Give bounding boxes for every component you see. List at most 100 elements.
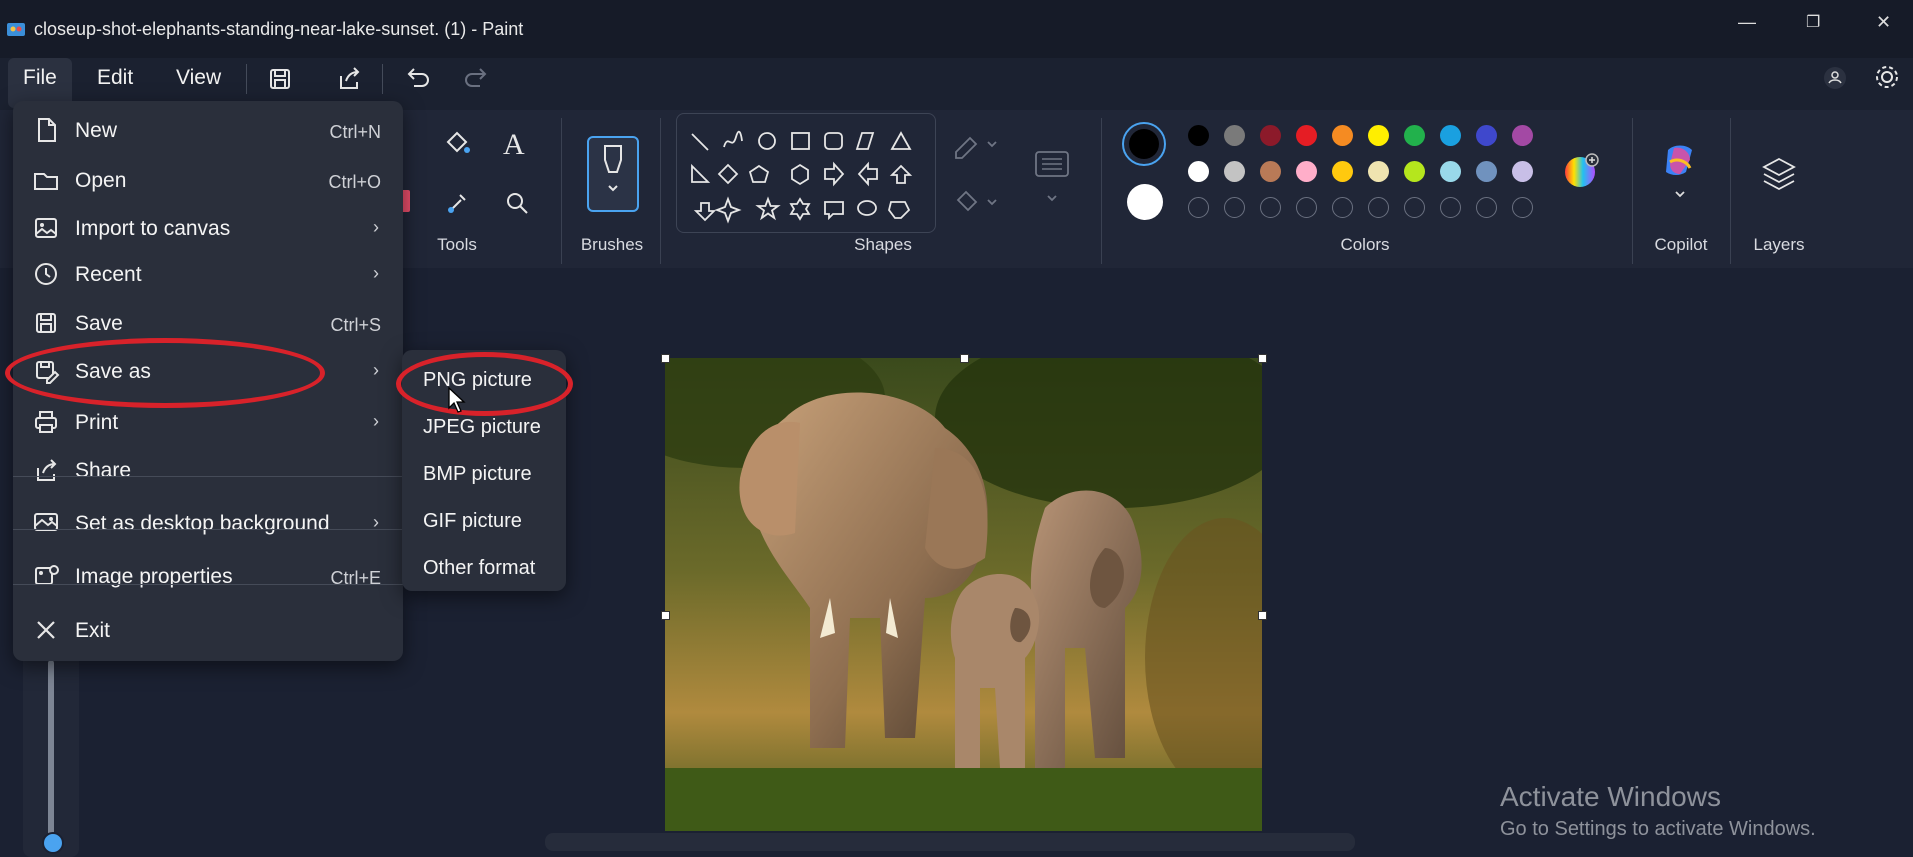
share-icon[interactable] (332, 62, 366, 96)
desktop-background-icon (34, 513, 58, 531)
color-swatch[interactable] (1296, 125, 1317, 146)
maximize-button[interactable]: ❐ (1806, 12, 1820, 32)
redo-icon[interactable] (460, 62, 494, 96)
color-swatch[interactable] (1404, 125, 1425, 146)
close-window-button[interactable]: ✕ (1876, 12, 1891, 33)
empty-color-slot[interactable] (1224, 197, 1245, 218)
zoom-slider-thumb[interactable] (42, 832, 64, 854)
brushes-group-label: Brushes (580, 235, 644, 254)
minimize-button[interactable]: — (1738, 12, 1756, 33)
color-swatch[interactable] (1332, 125, 1353, 146)
secondary-color-swatch[interactable] (1127, 184, 1163, 220)
menubar-divider (382, 64, 383, 94)
text-tool-icon[interactable]: A (503, 128, 525, 162)
file-menu-item-new[interactable]: New Ctrl+N (13, 109, 403, 153)
save-as-option-other-format[interactable]: Other format (402, 546, 566, 590)
empty-color-slot[interactable] (1368, 197, 1389, 218)
file-menu-item-label: Image properties (75, 565, 233, 588)
color-swatch[interactable] (1332, 161, 1353, 182)
file-menu-item-recent[interactable]: Recent › (13, 253, 403, 297)
empty-color-slot[interactable] (1296, 197, 1317, 218)
color-swatch[interactable] (1260, 161, 1281, 182)
resize-handle[interactable] (661, 354, 670, 363)
empty-color-slot[interactable] (1404, 197, 1425, 218)
file-menu-item-set-as-desktop-background[interactable]: Set as desktop background › (13, 502, 403, 546)
undo-icon[interactable] (400, 62, 434, 96)
brushes-button[interactable] (587, 136, 639, 212)
color-swatch[interactable] (1224, 125, 1245, 146)
color-swatch[interactable] (1224, 161, 1245, 182)
import-image-icon (35, 218, 57, 238)
color-picker-icon[interactable] (440, 186, 474, 220)
copilot-icon[interactable] (1660, 140, 1700, 202)
zoom-slider-track[interactable] (48, 660, 54, 838)
activate-windows-title: Activate Windows (1500, 781, 1721, 812)
fill-bucket-icon[interactable] (440, 126, 474, 160)
color-swatch[interactable] (1404, 161, 1425, 182)
file-menu-item-image-properties[interactable]: Image properties Ctrl+E (13, 555, 403, 599)
layers-icon[interactable] (1760, 155, 1798, 193)
color-swatch[interactable] (1296, 161, 1317, 182)
menubar-divider (246, 64, 247, 94)
resize-handle[interactable] (1258, 611, 1267, 620)
save-icon[interactable] (263, 62, 297, 96)
ribbon-divider (660, 118, 661, 264)
size-icon[interactable] (1032, 148, 1072, 208)
resize-handle[interactable] (960, 354, 969, 363)
fill-icon[interactable] (952, 188, 1000, 218)
empty-color-slot[interactable] (1440, 197, 1461, 218)
color-swatch[interactable] (1368, 161, 1389, 182)
empty-color-slot[interactable] (1260, 197, 1281, 218)
file-menu-item-import-to-canvas[interactable]: Import to canvas › (13, 207, 403, 251)
primary-color-swatch (1129, 129, 1159, 159)
copilot-label: Copilot (1654, 235, 1708, 254)
shortcut-label: Ctrl+E (330, 568, 381, 588)
empty-color-slot[interactable] (1476, 197, 1497, 218)
color-swatch[interactable] (1368, 125, 1389, 146)
close-icon (37, 621, 55, 639)
file-menu-item-share[interactable]: Share (13, 449, 403, 493)
file-menu-item-exit[interactable]: Exit (13, 609, 403, 653)
color-swatch[interactable] (1476, 161, 1497, 182)
color-swatch[interactable] (1260, 125, 1281, 146)
save-as-option-bmp-picture[interactable]: BMP picture (402, 452, 566, 496)
account-icon[interactable] (1820, 63, 1850, 93)
color-swatch[interactable] (1476, 125, 1497, 146)
highlight-oval-png (396, 352, 573, 416)
color-swatch[interactable] (1440, 125, 1461, 146)
menu-separator (13, 529, 403, 530)
color-swatch[interactable] (1188, 125, 1209, 146)
menu-edit[interactable]: Edit (97, 66, 133, 90)
brush-icon (604, 145, 622, 192)
edit-colors-icon[interactable] (1562, 152, 1602, 192)
color-swatch[interactable] (1512, 125, 1533, 146)
empty-color-slot[interactable] (1332, 197, 1353, 218)
file-menu-item-open[interactable]: Open Ctrl+O (13, 159, 403, 203)
resize-handle[interactable] (1258, 354, 1267, 363)
canvas-image[interactable] (665, 358, 1262, 831)
color-swatch[interactable] (1512, 161, 1533, 182)
color-swatch[interactable] (1440, 161, 1461, 182)
save-as-option-label: GIF picture (423, 510, 522, 532)
menu-separator (13, 584, 403, 585)
colors-group-label: Colors (1340, 235, 1390, 254)
resize-handle[interactable] (661, 611, 670, 620)
file-menu-item-label: Open (75, 169, 127, 192)
share-icon (37, 459, 57, 481)
horizontal-scrollbar[interactable] (545, 833, 1355, 851)
color-swatch[interactable] (1188, 161, 1209, 182)
chevron-right-icon: › (373, 263, 379, 283)
primary-color-ring[interactable] (1122, 122, 1166, 166)
menu-file[interactable]: File (23, 66, 57, 90)
save-as-option-gif-picture[interactable]: GIF picture (402, 499, 566, 543)
magnifier-icon[interactable] (500, 186, 534, 220)
file-menu-item-print[interactable]: Print › (13, 401, 403, 445)
paint-app-icon (7, 23, 25, 36)
empty-color-slot[interactable] (1512, 197, 1533, 218)
menu-view[interactable]: View (176, 66, 221, 90)
file-menu-item-label: Save (75, 312, 123, 335)
empty-color-slot[interactable] (1188, 197, 1209, 218)
outline-icon[interactable] (952, 130, 1000, 160)
settings-gear-icon[interactable] (1870, 60, 1904, 94)
image-properties-icon (35, 565, 59, 585)
